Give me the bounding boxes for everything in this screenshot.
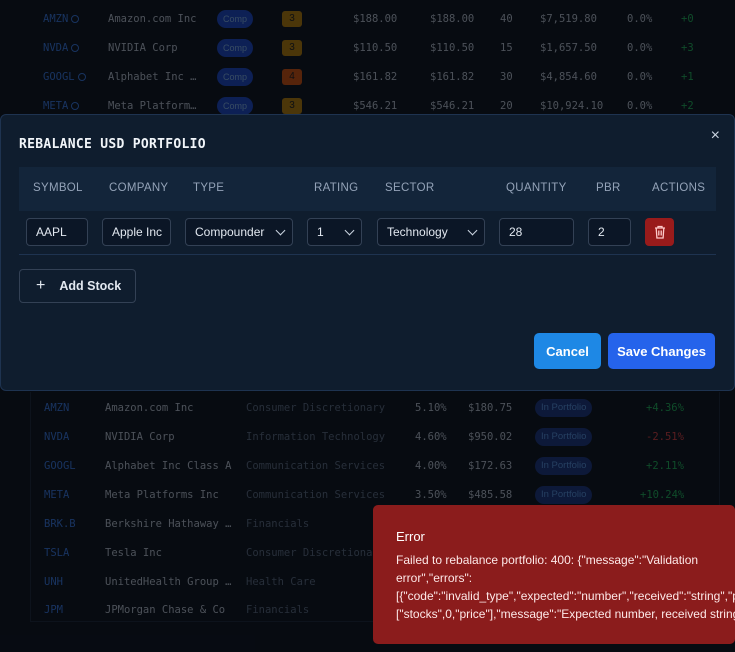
column-header-sector: SECTOR bbox=[385, 182, 435, 194]
toast-title: Error bbox=[396, 529, 425, 544]
sector-select[interactable]: Technology bbox=[377, 218, 485, 246]
toast-line: ["stocks",0,"price"],"message":"Expected… bbox=[396, 607, 735, 621]
toast-line: error","errors": bbox=[396, 571, 473, 585]
chevron-down-icon bbox=[344, 225, 355, 236]
column-header-company: COMPANY bbox=[109, 182, 169, 194]
error-toast[interactable]: Error Failed to rebalance portfolio: 400… bbox=[373, 505, 735, 644]
column-header-actions: ACTIONS bbox=[652, 182, 706, 194]
add-stock-label: Add Stock bbox=[59, 279, 122, 293]
company-input[interactable]: Apple Inc bbox=[102, 218, 171, 246]
rating-select-value: 1 bbox=[317, 225, 324, 239]
delete-row-button[interactable] bbox=[645, 218, 674, 246]
trash-icon bbox=[654, 225, 665, 239]
column-header-type: TYPE bbox=[193, 182, 225, 194]
chevron-down-icon bbox=[275, 225, 286, 236]
chevron-down-icon bbox=[467, 225, 478, 236]
rating-select[interactable]: 1 bbox=[307, 218, 362, 246]
pbr-input[interactable]: 2 bbox=[588, 218, 631, 246]
stock-row: AAPL Apple Inc Compounder 1 Technology 2… bbox=[19, 211, 716, 255]
toast-line: [{"code":"invalid_type","expected":"numb… bbox=[396, 589, 735, 603]
close-icon: × bbox=[710, 127, 720, 144]
modal-title: REBALANCE USD PORTFOLIO bbox=[19, 137, 206, 152]
column-header-rating: RATING bbox=[314, 182, 359, 194]
column-header-quantity: QUANTITY bbox=[506, 182, 567, 194]
table-header: SYMBOL COMPANY TYPE RATING SECTOR QUANTI… bbox=[19, 167, 716, 211]
cancel-button[interactable]: Cancel bbox=[534, 333, 601, 369]
rebalance-modal: REBALANCE USD PORTFOLIO × SYMBOL COMPANY… bbox=[0, 114, 735, 391]
symbol-input[interactable]: AAPL bbox=[26, 218, 88, 246]
sector-select-value: Technology bbox=[387, 225, 448, 239]
save-changes-button[interactable]: Save Changes bbox=[608, 333, 715, 369]
type-select[interactable]: Compounder bbox=[185, 218, 293, 246]
plus-icon: + bbox=[36, 277, 46, 294]
toast-line: Failed to rebalance portfolio: 400: {"me… bbox=[396, 553, 699, 567]
toast-message: Failed to rebalance portfolio: 400: {"me… bbox=[396, 551, 735, 623]
type-select-value: Compounder bbox=[195, 225, 265, 239]
quantity-input[interactable]: 28 bbox=[499, 218, 574, 246]
close-button[interactable]: × bbox=[711, 127, 720, 145]
column-header-symbol: SYMBOL bbox=[33, 182, 83, 194]
column-header-pbr: PBR bbox=[596, 182, 621, 194]
add-stock-button[interactable]: + Add Stock bbox=[19, 269, 136, 303]
